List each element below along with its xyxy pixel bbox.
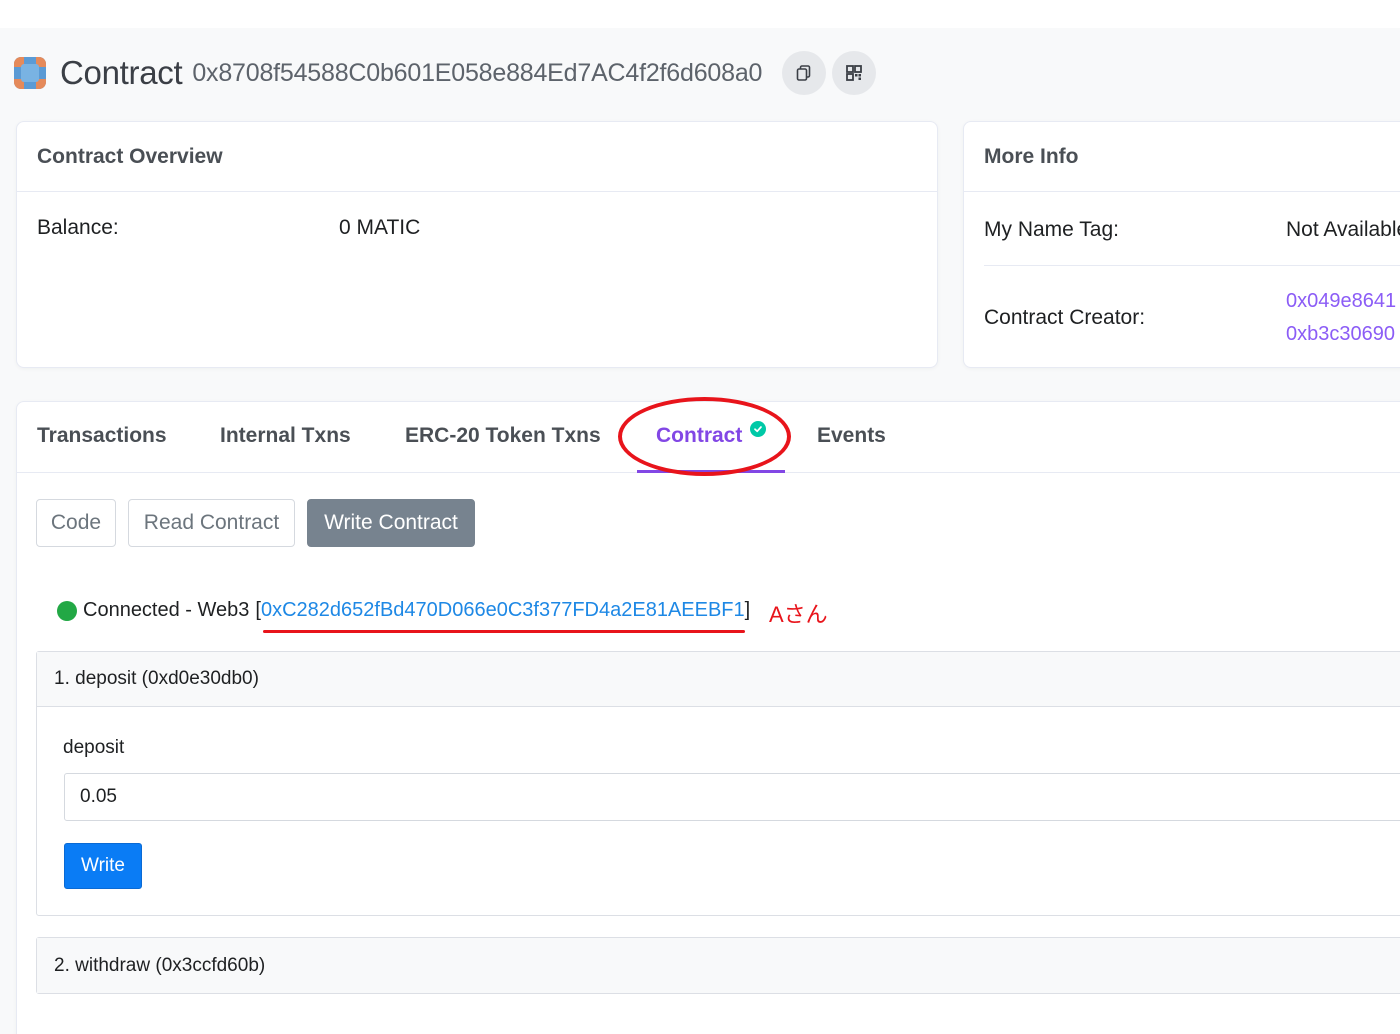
balance-value: 0 MATIC <box>339 216 421 239</box>
contract-creator-address-link[interactable]: 0x049e8641 <box>1286 290 1396 313</box>
deposit-input[interactable] <box>64 773 1400 821</box>
subtab-code[interactable]: Code <box>36 499 116 547</box>
balance-label: Balance: <box>37 216 119 239</box>
more-info-card: More Info My Name Tag: Not Available Con… <box>963 121 1400 368</box>
contract-address: 0x8708f54588C0b601E058e884Ed7AC4f2f6d608… <box>192 58 763 87</box>
tab-transactions[interactable]: Transactions <box>37 424 167 448</box>
more-info-title: More Info <box>964 122 1400 192</box>
copy-icon <box>796 65 811 81</box>
tab-events[interactable]: Events <box>817 424 886 448</box>
page-header: Contract 0x8708f54588C0b601E058e884Ed7AC… <box>14 50 877 96</box>
contract-creator-txn-link[interactable]: 0xb3c30690 <box>1286 323 1395 346</box>
contract-overview-title: Contract Overview <box>17 122 937 192</box>
function-withdraw-panel: 2. withdraw (0x3ccfd60b) <box>36 937 1400 994</box>
qr-code-button[interactable] <box>832 51 877 95</box>
subtab-read-contract[interactable]: Read Contract <box>128 499 295 547</box>
subtab-write-contract[interactable]: Write Contract <box>307 499 475 547</box>
function-withdraw-header[interactable]: 2. withdraw (0x3ccfd60b) <box>37 938 1400 993</box>
bracket-close: ] <box>744 599 751 621</box>
contract-creator-label: Contract Creator: <box>984 306 1146 329</box>
name-tag-value: Not Available <box>1286 218 1400 241</box>
divider <box>984 265 1400 266</box>
deposit-input-label: deposit <box>63 737 125 758</box>
copy-address-button[interactable] <box>782 51 827 95</box>
connected-account-link[interactable]: 0xC282d652fBd470D066e0C3f377FD4a2E81AEEB… <box>261 599 745 622</box>
qr-code-icon <box>846 65 863 81</box>
function-deposit-body: deposit Write <box>37 707 1400 915</box>
contract-overview-card: Contract Overview Balance: 0 MATIC <box>16 121 938 368</box>
function-deposit-header[interactable]: 1. deposit (0xd0e30db0) <box>37 652 1400 707</box>
annotation-circle <box>618 397 791 476</box>
name-tag-label: My Name Tag: <box>984 218 1119 241</box>
tab-erc20-token-txns[interactable]: ERC-20 Token Txns <box>405 424 601 448</box>
function-deposit-panel: 1. deposit (0xd0e30db0) deposit Write <box>36 651 1400 916</box>
top-bar <box>0 0 1400 28</box>
contract-tabs-card: Transactions Internal Txns ERC-20 Token … <box>16 401 1400 1034</box>
page-title: Contract <box>60 54 183 91</box>
connection-status-text: Connected - Web3 <box>83 599 250 621</box>
write-button[interactable]: Write <box>64 843 142 889</box>
annotation-label: Aさん <box>769 602 828 627</box>
contract-avatar-icon <box>14 57 46 89</box>
annotation-underline-account <box>263 630 745 633</box>
tab-internal-txns[interactable]: Internal Txns <box>220 424 351 448</box>
connection-status: Connected - Web3 [0xC282d652fBd470D066e0… <box>57 599 750 622</box>
connected-dot-icon <box>57 600 77 621</box>
